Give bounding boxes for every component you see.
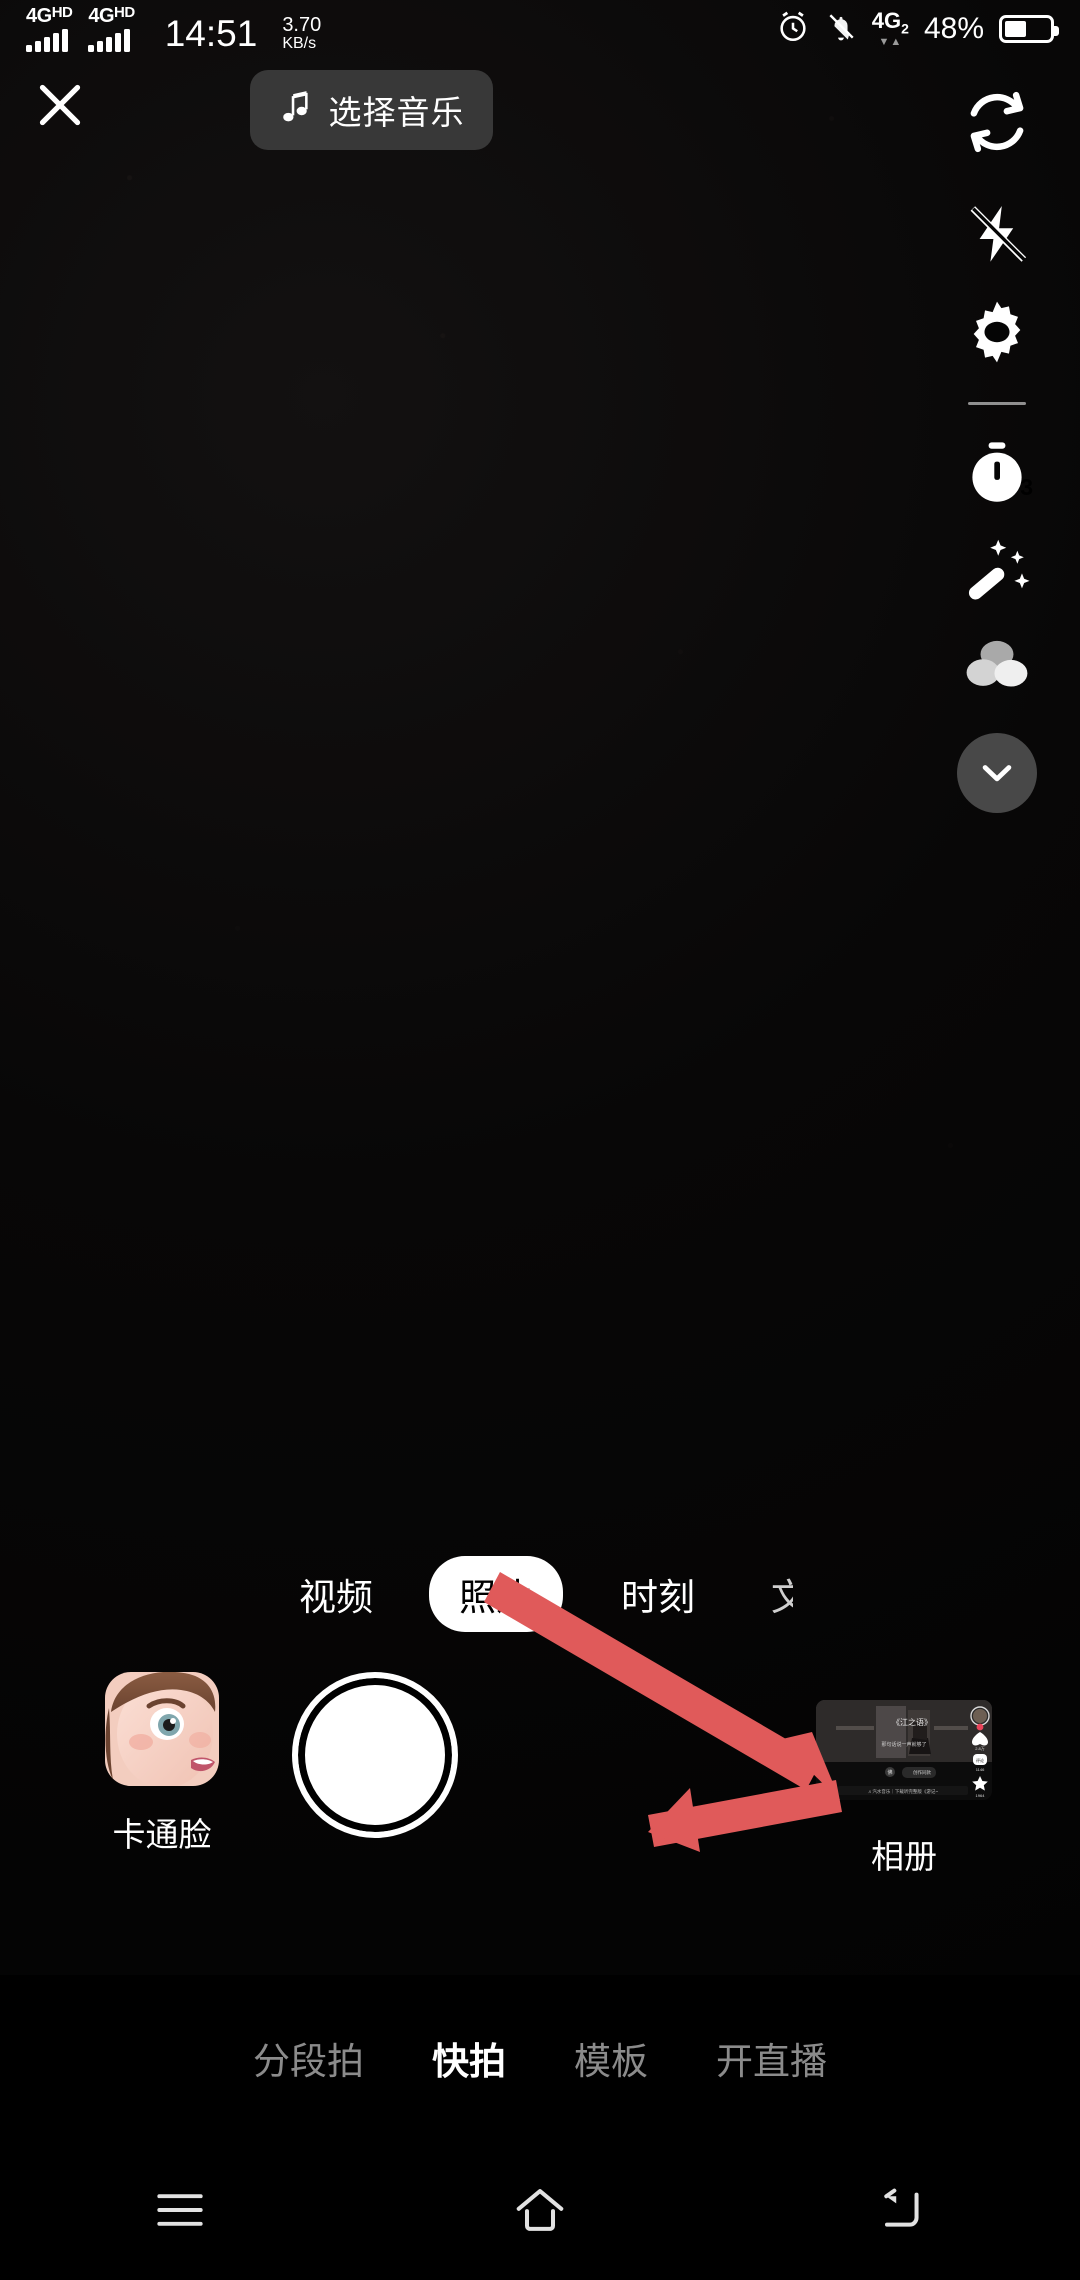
mobile-data-slot: 2 — [901, 20, 909, 37]
shoot-mode-template[interactable]: 模板 — [574, 2031, 648, 2085]
battery-icon — [999, 15, 1059, 43]
back-icon[interactable] — [840, 2160, 960, 2260]
sim2-network-text: 4G — [88, 5, 115, 27]
svg-text:评论: 评论 — [976, 1757, 984, 1763]
network-speed-unit: KB/s — [282, 34, 317, 52]
mobile-data-label: 4G2 — [871, 8, 909, 37]
filters-button[interactable] — [949, 617, 1045, 713]
status-bar: 4G HD 4G HD 14:51 3.70 KB/s 4G2 ▼▲ 48% — [0, 0, 1080, 58]
shoot-mode-live[interactable]: 开直播 — [716, 2031, 827, 2085]
shoot-mode-nav: 分段拍 快拍 模板 开直播 — [0, 1975, 1080, 2140]
select-music-label: 选择音乐 — [328, 94, 465, 131]
recents-icon[interactable] — [120, 2160, 240, 2260]
camera-mode-photo[interactable]: 照片 — [429, 1556, 563, 1632]
camera-mode-moment[interactable]: 时刻 — [609, 1567, 707, 1621]
alarm-clock-icon — [776, 10, 810, 49]
shoot-mode-segmented[interactable]: 分段拍 — [253, 2031, 364, 2085]
beauty-wand-button[interactable] — [949, 521, 1045, 617]
album-thumbnail: 《江之语》 那句话说一声就够了 佛 创作同款 ♬汽水音乐｜下载听完整版《游记~ … — [816, 1700, 992, 1800]
battery-percent: 48% — [923, 12, 984, 45]
shoot-mode-quick[interactable]: 快拍 — [432, 2031, 506, 2085]
mobile-data-icon: 4G2 ▼▲ — [872, 10, 909, 47]
music-note-icon — [279, 89, 313, 132]
camera-tool-rail: 3 — [942, 74, 1052, 813]
camera-mode-video[interactable]: 视频 — [287, 1567, 385, 1621]
status-bar-left: 4G HD 4G HD 14:51 3.70 KB/s — [26, 4, 321, 54]
effect-label: 卡通脸 — [112, 1816, 212, 1853]
mobile-data-gen: 4G — [871, 8, 902, 34]
sim2-signal-bars — [88, 29, 131, 52]
camera-mode-tabs: 视频 照片 时刻 文 — [0, 1556, 1080, 1632]
settings-gear-button[interactable] — [949, 284, 1045, 380]
camera-screen: 4G HD 4G HD 14:51 3.70 KB/s 4G2 ▼▲ 48% 选… — [0, 0, 1080, 2280]
sim2-signal: 4G HD — [88, 4, 135, 52]
svg-text:♬汽水音乐｜下载听完整版《游记~: ♬汽水音乐｜下载听完整版《游记~ — [868, 1788, 938, 1795]
sim1-signal-bars — [26, 29, 68, 52]
bell-muted-icon — [825, 11, 857, 48]
select-music-button[interactable]: 选择音乐 — [250, 70, 493, 150]
camera-mode-text[interactable]: 文 — [759, 1567, 793, 1621]
album-label: 相册 — [871, 1838, 937, 1875]
timer-button[interactable]: 3 — [949, 425, 1045, 521]
svg-text:《江之语》: 《江之语》 — [892, 1717, 932, 1727]
svg-text:1964: 1964 — [976, 1793, 986, 1798]
network-speed: 3.70 KB/s — [282, 15, 321, 52]
album-button[interactable]: 《江之语》 那句话说一声就够了 佛 创作同款 ♬汽水音乐｜下载听完整版《游记~ … — [816, 1700, 992, 1878]
data-arrows: ▼▲ — [878, 35, 903, 48]
svg-text:创作同款: 创作同款 — [913, 1769, 931, 1776]
capture-controls-row: 卡通脸 《江之语》 那句话说一声就够了 佛 创作同款 ♬汽水音乐｜下载听完整版《… — [0, 1672, 1080, 1902]
android-navigation-bar — [0, 2140, 1080, 2280]
svg-text:1146: 1146 — [976, 1767, 985, 1772]
svg-text:那句话说一声就够了: 那句话说一声就够了 — [881, 1741, 926, 1748]
sim1-network-text: 4G — [26, 5, 52, 27]
status-bar-clock: 14:51 — [164, 13, 258, 54]
network-speed-value: 3.70 — [282, 14, 322, 37]
close-button[interactable] — [30, 75, 90, 135]
shutter-button[interactable] — [292, 1672, 458, 1838]
sim2-network-sup: HD — [114, 4, 135, 21]
sim1-signal: 4G HD — [26, 4, 73, 52]
sim2-network-label: 4G HD — [88, 4, 135, 27]
svg-text:佛: 佛 — [887, 1769, 892, 1776]
timer-count-badge: 3 — [1020, 474, 1033, 500]
battery-fill — [1005, 21, 1026, 37]
sim1-network-sup: HD — [51, 4, 73, 21]
svg-text:2.8万: 2.8万 — [975, 1746, 985, 1751]
flip-camera-button[interactable] — [949, 74, 1045, 170]
expand-tools-button[interactable] — [957, 733, 1037, 813]
effect-button[interactable]: 卡通脸 — [92, 1672, 232, 1856]
sim1-network-label: 4G HD — [26, 4, 73, 27]
flash-off-button[interactable] — [949, 188, 1045, 284]
rail-divider — [968, 402, 1026, 405]
status-bar-right: 4G2 ▼▲ 48% — [776, 10, 1059, 49]
home-icon[interactable] — [480, 2160, 600, 2260]
cartoon-face-thumbnail — [105, 1672, 219, 1786]
